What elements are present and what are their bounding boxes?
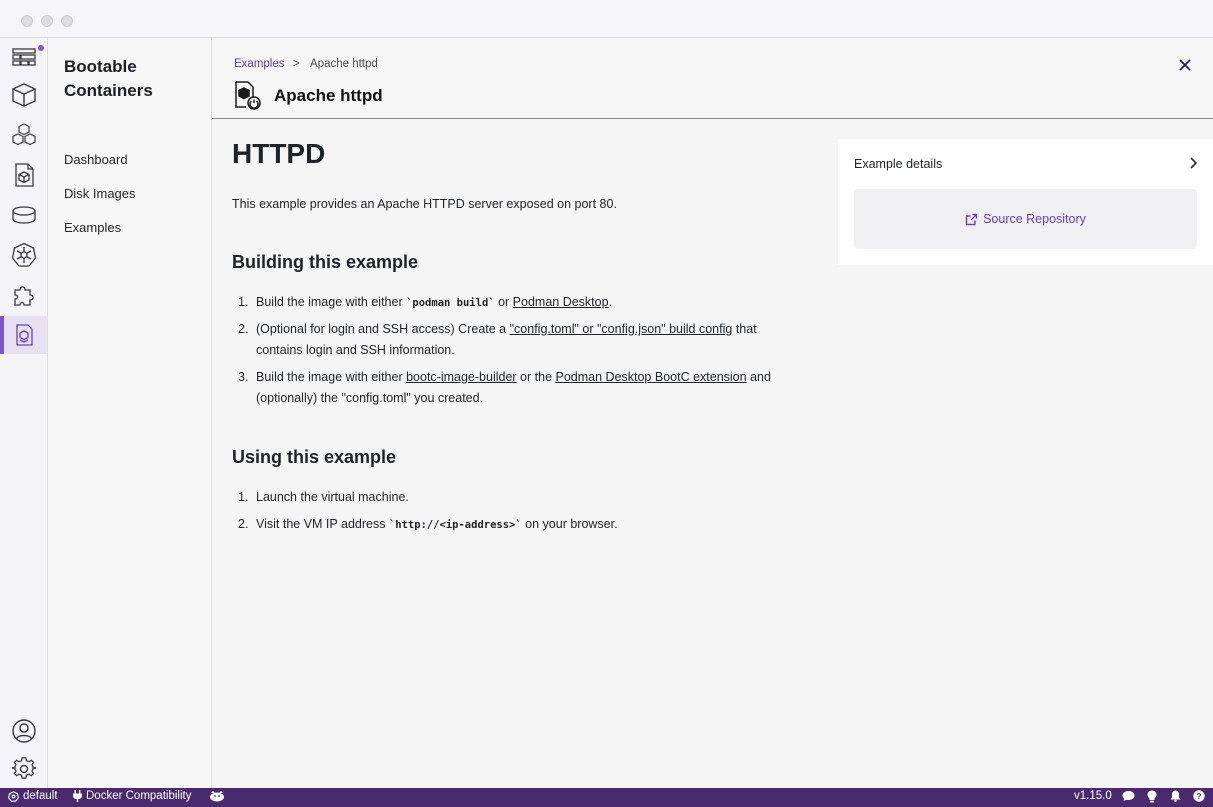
nav-containers[interactable] [0,76,47,114]
subnav-item-dashboard[interactable]: Dashboard [64,152,128,167]
bootable-containers-icon [15,324,33,346]
docker-compatibility-label: Docker Compatibility [86,790,192,802]
window-close-dot[interactable] [21,15,33,27]
breadcrumb-current: Apache httpd [310,58,378,70]
podman-seal-icon [210,791,224,802]
settings-icon [11,757,36,779]
nav-dashboard[interactable] [0,38,47,76]
account-icon [11,719,36,743]
bootable-containers-subnav: Bootable Containers Dashboard Disk Image… [48,38,212,788]
source-repository-label: Source Repository [983,212,1086,226]
help-button[interactable]: ? [1193,790,1205,802]
page-header: Examples > Apache httpd Apache httpd [212,38,1213,119]
step-text: Build the image with either bootc-image-… [256,367,804,409]
building-heading: Building this example [232,252,419,272]
nav-account[interactable] [0,712,47,750]
external-link-icon [965,213,978,225]
docker-compatibility[interactable]: Docker Compatibility [73,790,191,802]
step-text-part: . [608,295,613,309]
source-repository-button[interactable]: Source Repository [854,189,1197,249]
step-number: 3. [238,370,249,384]
bootable-image-icon [235,81,261,110]
images-icon [14,163,34,187]
build-step-1: 1. Build the image with either `podman b… [232,292,802,313]
details-title: Example details [854,157,943,171]
containers-icon [11,83,36,107]
chat-bubble-icon [1122,791,1135,801]
window-minimize-dot[interactable] [41,15,53,27]
step-text-part: or the [516,370,556,384]
window-zoom-dot[interactable] [61,15,73,27]
close-icon [1179,59,1191,71]
step-number: 1. [238,490,249,504]
context-label: default [23,790,58,802]
step-text-part: (Optional for login and SSH access) Crea… [256,322,510,336]
volumes-icon [11,206,36,224]
build-step-3: 3. Build the image with either bootc-ima… [232,367,802,409]
build-step-2: 2. (Optional for login and SSH access) C… [232,319,802,361]
step-text-part: Build the image with either [256,370,407,384]
using-heading: Using this example [232,447,397,467]
config-docs-link[interactable]: "config.toml" or "config.json" build con… [510,322,733,336]
step-text-part: on your browser. [521,517,618,531]
step-text: (Optional for login and SSH access) Crea… [256,319,804,361]
bell-icon [1170,790,1181,802]
nav-volumes[interactable] [0,196,47,234]
inline-code: `http://<ip-address>` [388,519,522,531]
step-text: Build the image with either `podman buil… [256,292,804,314]
bootc-image-builder-link[interactable]: bootc-image-builder [406,370,516,384]
pods-icon [11,123,36,146]
step-text: Launch the virtual machine. [256,490,409,504]
example-details-panel: Example details Source Repository [838,139,1213,265]
feedback-button[interactable] [1122,790,1135,802]
step-text: Visit the VM IP address `http://<ip-addr… [256,514,804,536]
tips-button[interactable] [1147,790,1157,803]
kubernetes-context-icon [8,790,19,802]
chevron-right-icon[interactable] [1186,156,1200,170]
help-icon: ? [1193,790,1205,802]
podman-desktop-link[interactable]: Podman Desktop [513,295,609,309]
nav-kubernetes[interactable] [0,236,47,274]
step-number: 2. [238,322,249,336]
plug-icon [73,790,82,802]
nav-images[interactable] [0,156,47,194]
step-text-part: or [494,295,513,309]
notification-dot [38,45,44,51]
kubernetes-icon [11,242,36,267]
context-selector[interactable]: default [8,790,58,802]
close-button[interactable] [1176,56,1194,74]
lightbulb-icon [1147,790,1157,803]
extensions-icon [13,286,34,306]
step-number: 1. [238,295,249,309]
use-step-2: 2. Visit the VM IP address `http://<ip-a… [232,514,802,535]
step-text-part: Visit the VM IP address [256,517,389,531]
bootc-extension-link[interactable]: Podman Desktop BootC extension [556,370,747,384]
readme-intro: This example provides an Apache HTTPD se… [232,197,617,211]
use-step-1: 1. Launch the virtual machine. [232,487,802,508]
svg-text:?: ? [1196,791,1201,801]
subnav-item-disk-images[interactable]: Disk Images [64,186,136,201]
page-title: Apache httpd [274,86,383,105]
notifications-button[interactable] [1170,790,1181,802]
status-bar: default Docker Compatibility v1.15.0 ? [0,788,1213,807]
nav-extensions[interactable] [0,276,47,314]
main-content: Examples > Apache httpd Apache httpd HTT… [212,38,1213,788]
step-text-part: Build the image with either [256,295,407,309]
icon-navigation [0,38,48,788]
readme-heading: HTTPD [232,138,326,169]
inline-code: `podman build` [406,297,495,309]
nav-bootable-containers[interactable] [0,316,47,354]
step-number: 2. [238,517,249,531]
window-titlebar [0,0,1213,38]
nav-settings[interactable] [0,750,47,788]
nav-pods[interactable] [0,116,47,154]
podman-status[interactable] [209,790,225,802]
breadcrumb-separator: > [293,58,300,70]
subnav-item-examples[interactable]: Examples [64,220,121,235]
breadcrumb-examples-link[interactable]: Examples [234,58,285,70]
subnav-title: Bootable Containers [64,57,153,100]
version-label: v1.15.0 [1074,790,1112,802]
dashboard-icon [11,48,36,66]
